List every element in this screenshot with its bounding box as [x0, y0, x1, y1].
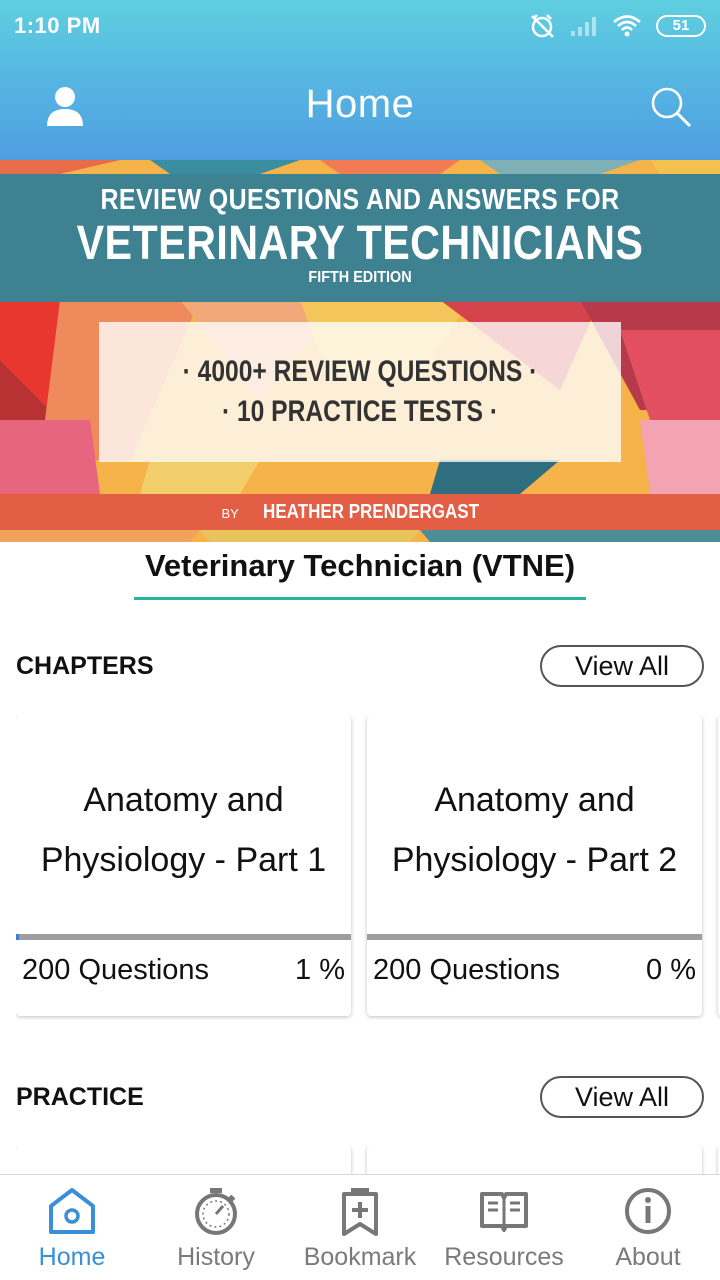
chapter-progress-fill: [16, 934, 20, 940]
chapter-title-line2: Physiology - Part 2: [391, 841, 678, 879]
practice-view-all-button[interactable]: View All: [540, 1076, 704, 1118]
practice-cards: [16, 1146, 720, 1176]
banner-feature-2: · 10 PRACTICE TESTS ·: [221, 395, 499, 428]
nav-history-label: History: [177, 1243, 255, 1271]
home-icon: [46, 1185, 98, 1237]
chapter-title: Anatomy and Physiology - Part 2: [367, 770, 702, 890]
chapter-percent: 0 %: [646, 954, 696, 986]
wifi-icon: [613, 15, 641, 37]
battery-indicator: 51: [656, 15, 706, 37]
search-button[interactable]: [646, 82, 696, 132]
chapter-progress-bar: [16, 934, 351, 940]
chapter-cards: Anatomy and Physiology - Part 1 200 Ques…: [16, 716, 720, 1020]
chapter-title-line1: Anatomy and: [434, 781, 635, 819]
status-icons: 51: [528, 13, 706, 39]
nav-bookmark-label: Bookmark: [303, 1243, 417, 1271]
bookmark-add-icon: [334, 1185, 386, 1237]
banner-feature-1: · 4000+ REVIEW QUESTIONS ·: [182, 355, 538, 388]
chapter-footer: 200 Questions 1 %: [22, 954, 345, 987]
chapter-title-line2: Physiology - Part 1: [40, 841, 327, 879]
banner-title-block: REVIEW QUESTIONS AND ANSWERS FOR VETERIN…: [0, 174, 720, 302]
nav-about-label: About: [615, 1243, 681, 1271]
practice-card[interactable]: [367, 1146, 702, 1176]
chapter-card[interactable]: Anatomy and Physiology - Part 1 200 Ques…: [16, 716, 351, 1016]
chapters-header: CHAPTERS View All: [16, 645, 704, 687]
banner-author-strip: BY HEATHER PRENDERGAST: [0, 494, 720, 530]
info-icon: [622, 1185, 674, 1237]
alarm-off-icon: [531, 14, 554, 38]
practice-card[interactable]: [16, 1146, 351, 1176]
status-time: 1:10 PM: [14, 13, 101, 38]
chapter-title: Anatomy and Physiology - Part 1: [16, 770, 351, 890]
banner-features-box: · 4000+ REVIEW QUESTIONS · · 10 PRACTICE…: [99, 322, 621, 462]
chapter-footer: 200 Questions 0 %: [373, 954, 696, 987]
book-icon: [478, 1185, 530, 1237]
nav-history[interactable]: History: [144, 1175, 288, 1280]
banner-author: HEATHER PRENDERGAST: [263, 501, 480, 523]
banner-title: VETERINARY TECHNICIANS: [76, 217, 644, 270]
practice-header: PRACTICE View All: [16, 1076, 704, 1118]
signal-icon: [571, 17, 596, 36]
app-header: 1:10 PM 51 Home: [0, 0, 720, 160]
chapter-progress-bar: [367, 934, 702, 940]
stopwatch-icon: [190, 1185, 242, 1237]
chapters-view-all-button[interactable]: View All: [540, 645, 704, 687]
course-title[interactable]: Veterinary Technician (VTNE): [134, 548, 586, 600]
chapter-title-line1: Anatomy and: [83, 781, 284, 819]
banner-by: BY: [221, 506, 239, 521]
banner-subtitle: REVIEW QUESTIONS AND ANSWERS FOR: [100, 184, 620, 216]
toolbar: Home: [0, 56, 720, 152]
nav-home-label: Home: [38, 1243, 106, 1271]
bottom-navigation: Home History Bookmark Resources About: [0, 1174, 720, 1280]
nav-resources-label: Resources: [444, 1243, 564, 1271]
page-title: Home: [305, 81, 415, 126]
profile-button[interactable]: [40, 82, 90, 132]
status-bar: 1:10 PM 51: [0, 0, 720, 52]
chapters-title: CHAPTERS: [16, 651, 154, 680]
chapter-card[interactable]: Anatomy and Physiology - Part 2 200 Ques…: [367, 716, 702, 1016]
chapter-questions: 200 Questions: [373, 954, 561, 986]
nav-resources[interactable]: Resources: [432, 1175, 576, 1280]
nav-bookmark[interactable]: Bookmark: [288, 1175, 432, 1280]
user-icon: [47, 87, 83, 126]
chapter-questions: 200 Questions: [22, 954, 210, 986]
chapter-percent: 1 %: [295, 954, 345, 986]
course-banner: REVIEW QUESTIONS AND ANSWERS FOR VETERIN…: [0, 160, 720, 542]
search-icon: [651, 87, 692, 128]
practice-title: PRACTICE: [16, 1082, 144, 1111]
nav-home[interactable]: Home: [0, 1175, 144, 1280]
banner-edition: FIFTH EDITION: [308, 269, 412, 286]
nav-about[interactable]: About: [576, 1175, 720, 1280]
